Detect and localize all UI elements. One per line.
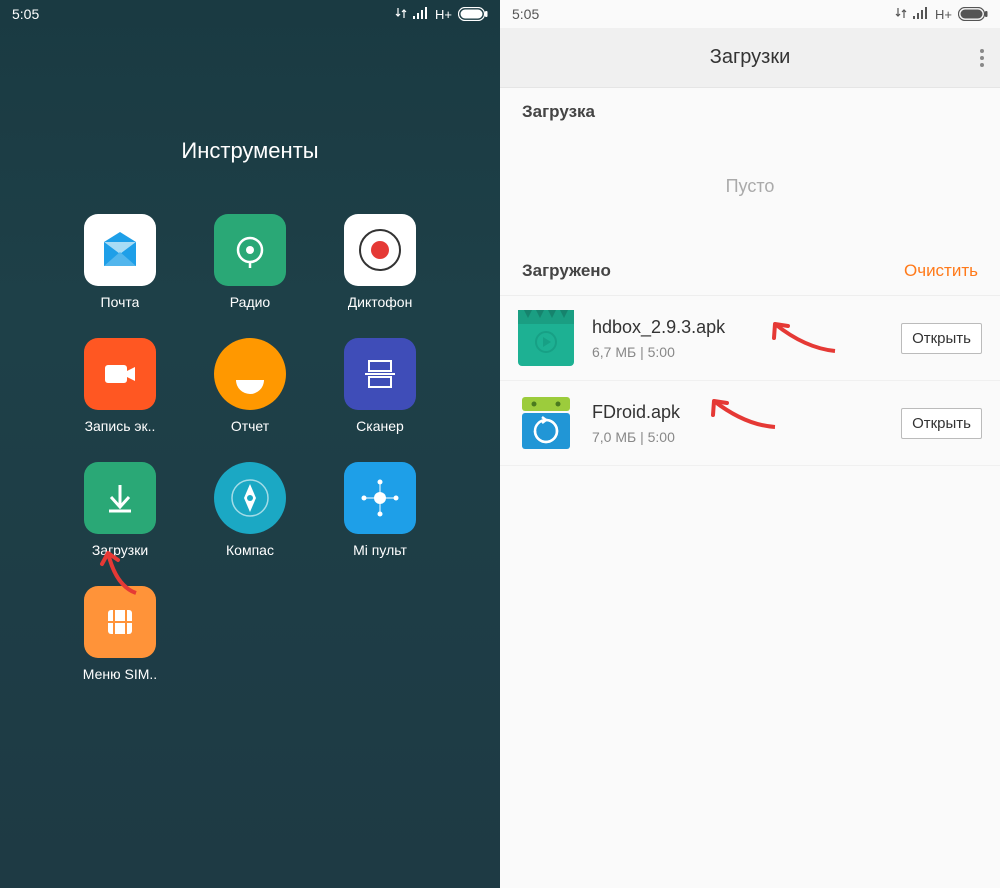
data-arrows-icon [395,7,407,22]
app-screenrec[interactable]: Запись эк.. [60,338,180,434]
miremote-icon [344,462,416,534]
section-downloaded: Загружено Очистить [500,247,1000,295]
app-label: Диктофон [348,294,413,310]
statusbar-left: 5:05 H+ [0,0,500,28]
app-header: Загрузки [500,28,1000,88]
app-compass[interactable]: Компас [190,462,310,558]
sim-icon [84,586,156,658]
status-icons: H+ [395,7,488,22]
left-screen: 5:05 H+ Инструменты Почта Радио [0,0,500,888]
app-label: Загрузки [92,542,148,558]
open-button[interactable]: Открыть [901,408,982,439]
app-downloads[interactable]: Загрузки [60,462,180,558]
download-item[interactable]: FDroid.apk 7,0 МБ | 5:00 Открыть [500,381,1000,466]
app-label: Mi пульт [353,542,407,558]
app-report[interactable]: Отчет [190,338,310,434]
app-label: Компас [226,542,274,558]
file-meta: 6,7 МБ | 5:00 [592,344,901,360]
empty-state: Пусто [500,136,1000,247]
section-label: Загрузка [522,102,595,122]
clock: 5:05 [512,6,539,22]
file-name: hdbox_2.9.3.apk [592,317,901,338]
compass-icon [214,462,286,534]
app-miremote[interactable]: Mi пульт [320,462,440,558]
signal-icon [913,7,929,22]
download-list: hdbox_2.9.3.apk 6,7 МБ | 5:00 Открыть FD… [500,295,1000,466]
file-name: FDroid.apk [592,402,901,423]
report-icon [214,338,286,410]
app-recorder[interactable]: Диктофон [320,214,440,310]
download-item[interactable]: hdbox_2.9.3.apk 6,7 МБ | 5:00 Открыть [500,296,1000,381]
app-scanner[interactable]: Сканер [320,338,440,434]
app-sim[interactable]: Меню SIM.. [60,586,180,682]
radio-icon [214,214,286,286]
status-icons: H+ [895,7,988,22]
app-grid: Почта Радио Диктофон Запись эк.. Отчет [0,214,500,682]
downloads-icon [84,462,156,534]
scanner-icon [344,338,416,410]
statusbar-right: 5:05 H+ [500,0,1000,28]
screenrec-icon [84,338,156,410]
menu-button[interactable] [980,49,984,67]
app-radio[interactable]: Радио [190,214,310,310]
right-screen: 5:05 H+ Загрузки Загрузка Пусто Загружен… [500,0,1000,888]
file-meta: 7,0 МБ | 5:00 [592,429,901,445]
clear-button[interactable]: Очистить [904,261,978,281]
network-type: H+ [935,7,952,22]
file-thumb-fdroid [518,395,574,451]
file-info: FDroid.apk 7,0 МБ | 5:00 [592,402,901,445]
app-label: Радио [230,294,270,310]
app-label: Запись эк.. [85,418,156,434]
app-label: Меню SIM.. [83,666,157,682]
section-label: Загружено [522,261,611,281]
recorder-icon [344,214,416,286]
folder-title: Инструменты [0,138,500,164]
app-label: Отчет [231,418,269,434]
open-button[interactable]: Открыть [901,323,982,354]
mail-icon [84,214,156,286]
app-label: Почта [101,294,140,310]
data-arrows-icon [895,7,907,22]
network-type: H+ [435,7,452,22]
app-label: Сканер [356,418,404,434]
app-mail[interactable]: Почта [60,214,180,310]
clock: 5:05 [12,6,39,22]
signal-icon [413,7,429,22]
section-downloading: Загрузка [500,88,1000,136]
battery-icon [458,7,488,21]
battery-icon [958,7,988,21]
file-info: hdbox_2.9.3.apk 6,7 МБ | 5:00 [592,317,901,360]
header-title: Загрузки [710,46,791,69]
file-thumb-hdbox [518,310,574,366]
